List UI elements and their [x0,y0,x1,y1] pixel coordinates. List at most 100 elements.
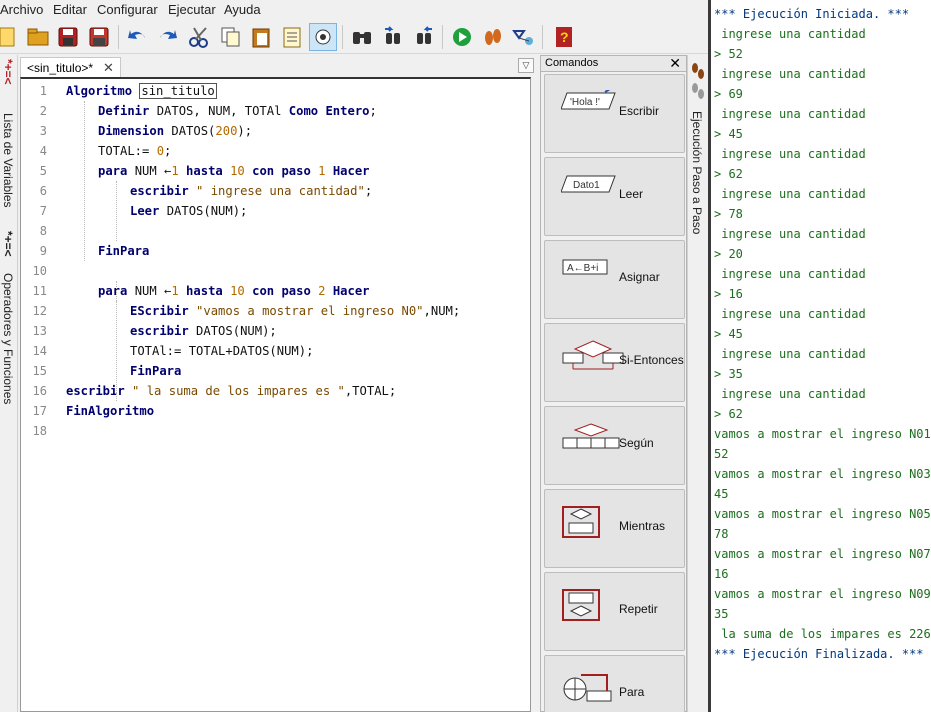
code-line[interactable]: 6 escribir " ingrese una cantidad"; [21,181,530,201]
chevron-down-icon[interactable]: ▽ [518,58,534,73]
line-number: 3 [39,124,47,138]
leer-icon: Dato1 [560,173,617,200]
cmd-label: Según [619,436,654,450]
menu-bar: Archivo Editar Configurar Ejecutar Ayuda [0,0,708,20]
operators-functions-tab[interactable]: Operadores y Funciones [1,273,15,404]
cmd-segun-button[interactable]: Según [544,406,685,485]
indent-guide [116,181,117,241]
line-number: 13 [32,324,47,338]
redo-icon[interactable] [154,23,182,51]
help-icon[interactable]: ? [550,23,578,51]
new-file-icon[interactable] [0,23,20,51]
indent-icon[interactable] [278,23,306,51]
binoculars-icon[interactable] [348,23,376,51]
code-line[interactable]: 5 para NUM ←1 hasta 10 con paso 1 Hacer [21,161,530,181]
console-line: ingrese una cantidad [714,67,866,81]
close-icon[interactable]: ✕ [669,55,681,72]
code-line[interactable]: 8 [21,221,530,241]
indent-guide [84,101,85,261]
indent-guide [116,301,117,381]
replace-icon[interactable] [410,23,438,51]
variables-list-tab[interactable]: Lista de Variables [1,113,15,208]
code-editor[interactable]: 1 Algoritmo sin_titulo 2 Definir DATOS, NUM… [20,77,531,712]
code-text: para NUM ←1 hasta 10 con paso 1 Hacer [98,164,370,178]
cmd-mientras-button[interactable]: Mientras [544,489,685,568]
line-number: 16 [32,384,47,398]
console-line: ingrese una cantidad [714,387,866,401]
paste-icon[interactable] [247,23,275,51]
console-line: ingrese una cantidad [714,27,866,41]
code-line[interactable]: 17 FinAlgoritmo [21,401,530,421]
cmd-asignar-button[interactable]: A←B+i Asignar [544,240,685,319]
find-next-icon[interactable] [379,23,407,51]
menu-ejecutar[interactable]: Ejecutar [168,2,216,17]
flowchart-icon[interactable] [510,23,538,51]
save-as-icon[interactable] [85,23,113,51]
code-line[interactable]: 15 FinPara [21,361,530,381]
code-line[interactable]: 16 escribir " la suma de los impares es "… [21,381,530,401]
line-number: 1 [39,84,47,98]
menu-editar[interactable]: Editar [53,2,87,17]
cmd-repetir-button[interactable]: Repetir [544,572,685,651]
footsteps-icon[interactable] [690,61,706,101]
menu-configurar[interactable]: Configurar [97,2,158,17]
cmd-escribir-button[interactable]: 'Hola !' Escribir [544,74,685,153]
cmd-label: Leer [619,187,644,201]
svg-text:?: ? [560,29,569,45]
execution-console[interactable]: *** Ejecución Iniciada. *** ingrese una … [708,0,931,712]
code-line[interactable]: 11 para NUM ←1 hasta 10 con paso 2 Hacer [21,281,530,301]
console-line: > 16 [714,287,743,301]
line-number: 17 [32,404,47,418]
step-by-step-icon[interactable] [479,23,507,51]
console-line: ingrese una cantidad [714,267,866,281]
console-line: > 62 [714,407,743,421]
escribir-icon: 'Hola !' [560,85,617,117]
run-icon[interactable] [448,23,476,51]
cut-icon[interactable] [185,23,213,51]
copy-icon[interactable] [216,23,244,51]
code-text: TOTAL:= 0; [98,144,172,158]
debug-view-icon[interactable] [309,23,337,51]
console-line: 16 [714,567,729,581]
code-line[interactable]: 3 Dimension DATOS(200); [21,121,530,141]
save-icon[interactable] [54,23,82,51]
cmd-para-button[interactable]: Para [544,655,685,712]
step-by-step-tab[interactable]: Ejecución Paso a Paso [690,111,704,234]
console-line: ingrese una cantidad [714,107,866,121]
code-line[interactable]: 1 Algoritmo sin_titulo [21,81,530,101]
commands-title: Comandos [545,57,599,69]
cmd-label: Para [619,685,645,699]
tab-sin-titulo[interactable]: <sin_titulo>* ✕ [20,57,121,77]
console-line: 52 [714,447,729,461]
code-line[interactable]: 9 FinPara [21,241,530,261]
code-text: escribir DATOS(NUM); [130,324,277,338]
line-number: 5 [39,164,47,178]
console-line: vamos a mostrar el ingreso N01 [714,427,931,441]
code-line[interactable]: 4 TOTAL:= 0; [21,141,530,161]
line-number: 7 [39,204,47,218]
console-status-line: *** Ejecución Iniciada. *** [714,7,910,21]
cmd-si-entonces-button[interactable]: Si-Entonces [544,323,685,402]
undo-icon[interactable] [123,23,151,51]
menu-archivo[interactable]: Archivo [0,2,43,17]
code-text: Dimension DATOS(200); [98,124,253,138]
cmd-leer-button[interactable]: Dato1 Leer [544,157,685,236]
code-line[interactable]: 7 Leer DATOS(NUM); [21,201,530,221]
code-line[interactable]: 2 Definir DATOS, NUM, TOTAl Como Entero; [21,101,530,121]
code-line[interactable]: 18 [21,421,530,441]
code-line[interactable]: 13 escribir DATOS(NUM); [21,321,530,341]
left-side-panel: *+=< Lista de Variables *+=< Operadores … [0,55,18,712]
cmd-label: Escribir [619,104,660,118]
menu-ayuda[interactable]: Ayuda [224,2,261,17]
line-number: 18 [32,424,47,438]
code-line[interactable]: 10 [21,261,530,281]
line-number: 14 [32,344,47,358]
console-line: > 45 [714,327,743,341]
commands-header: Comandos ✕ [541,55,686,72]
code-line[interactable]: 14 TOTAl:= TOTAL+DATOS(NUM); [21,341,530,361]
cmd-label: Si-Entonces [619,353,684,367]
code-line[interactable]: 12 EScribir "vamos a mostrar el ingreso N… [21,301,530,321]
open-file-icon[interactable] [24,23,52,51]
code-text: FinAlgoritmo [66,404,155,418]
close-icon[interactable]: ✕ [103,60,114,76]
